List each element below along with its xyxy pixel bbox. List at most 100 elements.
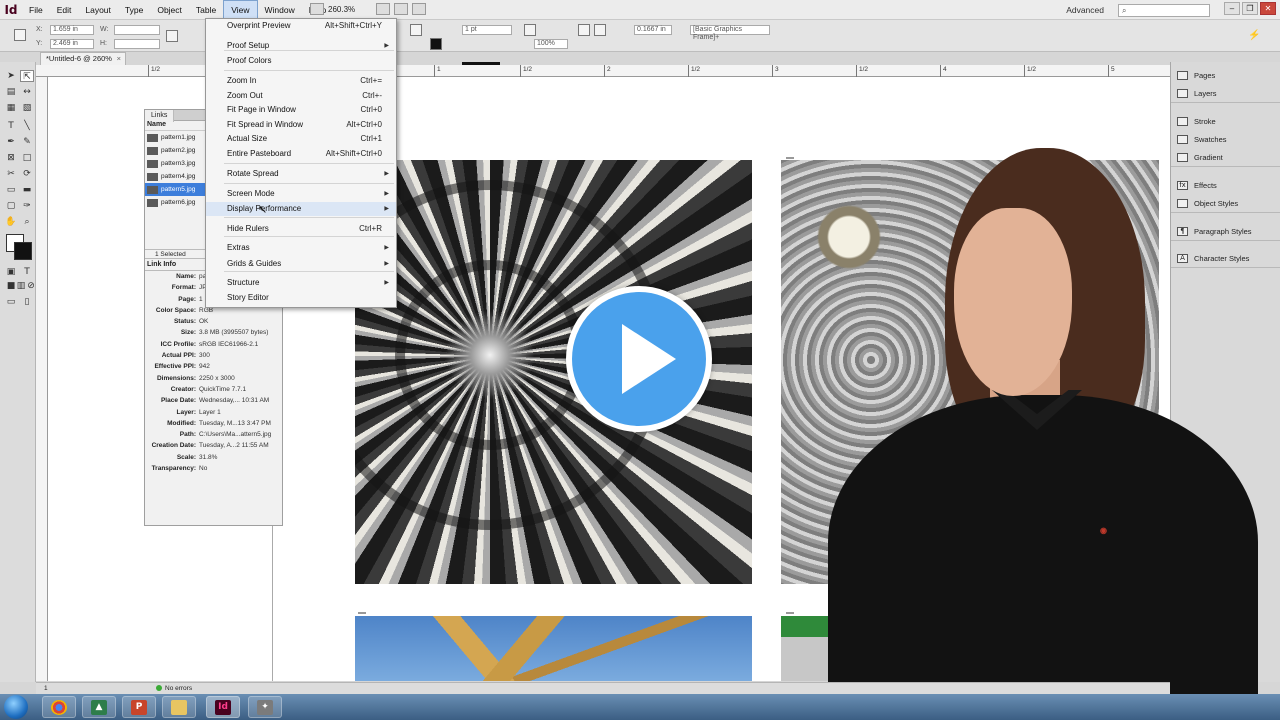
minimize-button[interactable]: –	[1224, 2, 1240, 15]
opacity-icon[interactable]	[524, 24, 536, 36]
frame-handle[interactable]	[786, 612, 794, 614]
pages-panel-tab[interactable]: Pages	[1171, 66, 1280, 84]
taskbar-tool[interactable]: ✦	[248, 696, 282, 718]
menu-layout[interactable]: Layout	[78, 0, 118, 20]
line-tool-icon[interactable]: ╲	[20, 120, 34, 132]
gradient-feather-tool-icon[interactable]: ▬	[20, 184, 34, 196]
view-menu-item-zoom-out[interactable]: Zoom Out Ctrl+-	[206, 89, 396, 103]
vertical-ruler[interactable]	[36, 77, 48, 681]
normal-mode-icon[interactable]: ▭	[4, 296, 18, 308]
menu-type[interactable]: Type	[118, 0, 150, 20]
pen-tool-icon[interactable]: ✒	[4, 136, 18, 148]
y-position-field[interactable]: 2.469 in	[50, 39, 94, 49]
preflight-status[interactable]: No errors	[156, 683, 192, 694]
view-menu-item-proof-setup[interactable]: Proof Setup ▶	[206, 39, 396, 53]
menu-view[interactable]: View	[223, 0, 258, 20]
preview-mode-icon[interactable]: ▯	[20, 296, 34, 308]
view-menu-item-hide-rulers[interactable]: Hide Rulers Ctrl+R	[206, 222, 396, 236]
help-search-input[interactable]: ⌕	[1118, 3, 1210, 17]
x-position-field[interactable]: 1.659 in	[50, 25, 94, 35]
frame-handle[interactable]	[358, 612, 366, 614]
formatting-container-icon[interactable]: ▣	[4, 266, 18, 278]
rectangle-frame-tool-icon[interactable]: ⊠	[4, 152, 18, 164]
fill-swatch-icon[interactable]	[410, 24, 422, 36]
corner-offset-field[interactable]: 0.1667 in	[634, 25, 672, 35]
view-menu-item-entire-pasteboard[interactable]: Entire Pasteboard Alt+Shift+Ctrl+0	[206, 147, 396, 161]
view-menu-item-story-editor[interactable]: Story Editor	[206, 291, 396, 305]
menu-object[interactable]: Object	[150, 0, 189, 20]
view-menu-item-fit-page-in-window[interactable]: Fit Page in Window Ctrl+0	[206, 103, 396, 117]
windows-start-icon[interactable]	[4, 695, 28, 719]
menu-table[interactable]: Table	[189, 0, 223, 20]
type-tool-icon[interactable]: T	[4, 120, 18, 132]
content-placer-icon[interactable]: ▧	[20, 102, 34, 114]
view-options-icon[interactable]	[376, 3, 390, 15]
lightning-icon[interactable]: ⚡	[1248, 30, 1260, 42]
object-style-select[interactable]: [Basic Graphics Frame]+	[690, 25, 770, 41]
page-number-field[interactable]: 1	[44, 683, 48, 694]
view-menu-item-screen-mode[interactable]: Screen Mode ▶	[206, 187, 396, 201]
taskbar-app[interactable]: ▲	[82, 696, 116, 718]
fit-frame-icon[interactable]	[594, 24, 606, 36]
stroke-weight-field[interactable]: 1 pt	[462, 25, 512, 35]
view-menu-item-zoom-in[interactable]: Zoom In Ctrl+=	[206, 74, 396, 88]
menu-window[interactable]: Window	[258, 0, 302, 20]
stroke-swatch-icon[interactable]	[430, 38, 442, 50]
view-menu-item-fit-spread-in-window[interactable]: Fit Spread in Window Alt+Ctrl+0	[206, 118, 396, 132]
frame-handle[interactable]	[786, 157, 794, 159]
video-play-button[interactable]	[566, 286, 712, 432]
menu-separator	[224, 183, 394, 184]
formatting-text-icon[interactable]: T	[20, 266, 34, 278]
direct-selection-tool-icon[interactable]: ⇱	[20, 70, 34, 82]
document-tab[interactable]: *Untitled-6 @ 260% ×	[40, 52, 126, 65]
view-menu-item-actual-size[interactable]: Actual Size Ctrl+1	[206, 132, 396, 146]
view-menu-item-rotate-spread[interactable]: Rotate Spread ▶	[206, 167, 396, 181]
content-collector-icon[interactable]: ▦	[4, 102, 18, 114]
arrange-documents-icon[interactable]	[412, 3, 426, 15]
layers-panel-tab[interactable]: Layers	[1171, 84, 1280, 102]
bridge-icon[interactable]	[310, 3, 324, 15]
opacity-field[interactable]: 100%	[534, 39, 568, 49]
menu-file[interactable]: File	[22, 0, 50, 20]
taskbar-chrome[interactable]	[42, 696, 76, 718]
selection-tool-icon[interactable]: ➤	[4, 70, 18, 82]
rectangle-tool-icon[interactable]: □	[20, 152, 34, 164]
view-menu-item-overprint-preview[interactable]: Overprint Preview Alt+Shift+Ctrl+Y	[206, 19, 396, 33]
taskbar-indesign[interactable]: Id	[206, 696, 240, 718]
stroke-color-icon[interactable]	[14, 242, 32, 260]
free-transform-tool-icon[interactable]: ⟳	[20, 168, 34, 180]
close-button[interactable]: ✕	[1260, 2, 1276, 15]
view-menu-item-grids-guides[interactable]: Grids & Guides ▶	[206, 257, 396, 271]
note-tool-icon[interactable]: ▢	[4, 200, 18, 212]
view-menu-item-extras[interactable]: Extras ▶	[206, 241, 396, 255]
play-icon	[622, 324, 676, 394]
view-menu-item-proof-colors[interactable]: Proof Colors	[206, 54, 396, 68]
stroke-panel-tab[interactable]: Stroke	[1171, 112, 1280, 130]
zoom-level[interactable]: 260.3%	[328, 5, 372, 14]
menu-separator	[224, 271, 394, 272]
scissors-tool-icon[interactable]: ✂	[4, 168, 18, 180]
maximize-button[interactable]: ❐	[1242, 2, 1258, 15]
bamboo-structure-image[interactable]	[355, 616, 752, 681]
workspace-switcher[interactable]: Advanced	[1066, 5, 1104, 15]
height-field[interactable]	[114, 39, 160, 49]
view-menu-item-display-performance[interactable]: Display Performance ▶	[206, 202, 396, 216]
link-info-key: Format:	[171, 284, 196, 292]
gradient-swatch-tool-icon[interactable]: ▭	[4, 184, 18, 196]
taskbar-explorer[interactable]	[162, 696, 196, 718]
taskbar-powerpoint[interactable]: P	[122, 696, 156, 718]
view-menu-item-structure[interactable]: Structure ▶	[206, 276, 396, 290]
screen-mode-icon[interactable]	[394, 3, 408, 15]
fit-content-icon[interactable]	[578, 24, 590, 36]
reference-point-icon[interactable]	[14, 29, 26, 41]
hand-tool-icon[interactable]: ✋	[4, 216, 18, 228]
menu-edit[interactable]: Edit	[50, 0, 79, 20]
zoom-tool-icon[interactable]: ⌕	[20, 216, 34, 228]
pencil-tool-icon[interactable]: ✎	[20, 136, 34, 148]
constrain-proportions-icon[interactable]	[166, 30, 178, 42]
gap-tool-icon[interactable]: ↔	[20, 86, 34, 98]
eyedropper-tool-icon[interactable]: ✑	[20, 200, 34, 212]
width-field[interactable]	[114, 25, 160, 35]
page-tool-icon[interactable]: ▤	[4, 86, 18, 98]
close-tab-icon[interactable]: ×	[117, 53, 121, 65]
